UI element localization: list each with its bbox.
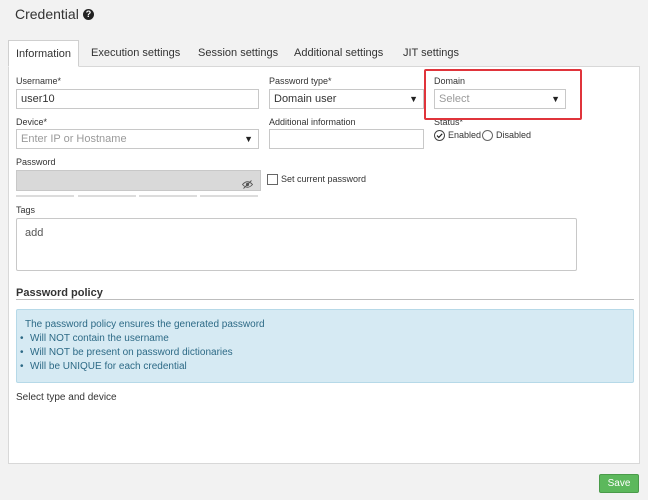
password-strength-bar <box>139 195 197 197</box>
tags-label: Tags <box>16 205 36 215</box>
password-type-label: Password type* <box>269 76 332 86</box>
password-policy-info-box: The password policy ensures the generate… <box>16 309 634 383</box>
status-disabled-label: Disabled <box>496 130 532 140</box>
list-item: Will NOT be present on password dictiona… <box>20 347 233 358</box>
list-item: Will NOT contain the username <box>20 333 169 344</box>
device-select[interactable]: Enter IP or Hostname ▼ <box>16 129 259 149</box>
divider <box>16 299 634 300</box>
tab-additional-settings[interactable]: Additional settings <box>294 40 383 67</box>
tab-bar: Information Execution settings Session s… <box>8 40 640 67</box>
password-input[interactable] <box>16 170 261 191</box>
highlight-annotation <box>424 69 582 120</box>
tags-input[interactable]: add <box>25 227 43 239</box>
password-type-value: Domain user <box>274 93 337 105</box>
tab-jit-settings[interactable]: JIT settings <box>403 40 459 67</box>
chevron-down-icon: ▼ <box>409 94 418 104</box>
additional-information-label: Additional information <box>269 117 356 127</box>
help-icon[interactable]: ? <box>83 9 94 20</box>
status-enabled-label: Enabled <box>448 130 482 140</box>
password-type-select[interactable]: Domain user ▼ <box>269 89 424 109</box>
status-enabled-radio[interactable] <box>434 130 445 141</box>
policy-title: Password policy <box>16 287 103 299</box>
chevron-down-icon: ▼ <box>244 134 253 144</box>
set-current-password-label: Set current password <box>281 174 367 184</box>
tags-input-box[interactable]: add <box>16 218 577 271</box>
tab-session-settings[interactable]: Session settings <box>198 40 278 67</box>
password-strength-bar <box>200 195 258 197</box>
information-panel: Username* user10 Password type* Domain u… <box>8 66 640 464</box>
device-label: Device* <box>16 117 48 127</box>
save-button[interactable]: Save <box>599 474 639 493</box>
page-title: Credential <box>15 6 79 22</box>
password-strength-bar <box>16 195 74 197</box>
set-current-password-checkbox[interactable] <box>267 174 278 185</box>
dialog-header: Credential ? <box>0 0 648 30</box>
status-disabled-radio[interactable] <box>482 130 493 141</box>
select-type-hint: Select type and device <box>16 392 117 403</box>
device-placeholder: Enter IP or Hostname <box>21 133 127 145</box>
username-label: Username* <box>16 76 62 86</box>
password-label: Password <box>16 157 56 167</box>
policy-intro: The password policy ensures the generate… <box>25 319 265 330</box>
eye-slash-icon[interactable] <box>241 176 254 189</box>
password-strength-bar <box>78 195 136 197</box>
tab-information[interactable]: Information <box>8 40 80 67</box>
tab-execution-settings[interactable]: Execution settings <box>91 40 180 67</box>
list-item: Will be UNIQUE for each credential <box>20 361 187 372</box>
username-input[interactable]: user10 <box>16 89 259 109</box>
additional-information-input[interactable] <box>269 129 424 149</box>
